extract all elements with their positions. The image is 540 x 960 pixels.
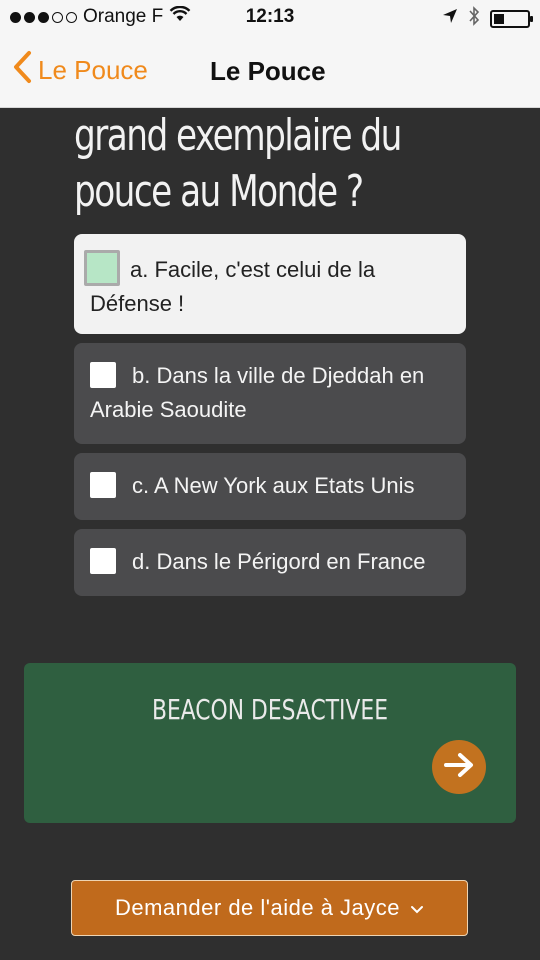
answer-option-b[interactable]: b. Dans la ville de Djeddah en Arabie Sa… <box>74 343 466 444</box>
location-arrow-icon <box>442 8 458 30</box>
answer-option-d[interactable]: d. Dans le Périgord en France <box>74 529 466 596</box>
checkbox-checked[interactable] <box>84 250 120 286</box>
page-title: Le Pouce <box>210 56 326 86</box>
question-line: pouce au Monde ? <box>74 166 364 217</box>
status-right-group <box>442 6 533 32</box>
back-button[interactable]: Le Pouce <box>12 50 148 91</box>
checkbox[interactable] <box>90 472 116 498</box>
status-bar: Orange F 12:13 <box>0 0 540 36</box>
chevron-left-icon <box>12 50 32 91</box>
top-bar: Orange F 12:13 Le Pouce Le Pouce <box>0 0 540 108</box>
help-button[interactable]: Demander de l'aide à Jayce <box>71 880 468 936</box>
answer-label: c. A New York aux Etats Unis <box>132 473 415 498</box>
answer-option-c[interactable]: c. A New York aux Etats Unis <box>74 453 466 520</box>
checkbox[interactable] <box>90 362 116 388</box>
battery-fill <box>494 14 504 24</box>
beacon-panel: BEACON DESACTIVEE <box>24 663 516 823</box>
arrow-right-icon <box>443 752 475 783</box>
bluetooth-icon <box>468 6 480 32</box>
answer-label: b. Dans la ville de Djeddah en Arabie Sa… <box>90 363 425 422</box>
question-line: grand exemplaire du <box>74 110 402 161</box>
help-button-label: Demander de l'aide à Jayce <box>114 895 401 920</box>
checkbox[interactable] <box>90 548 116 574</box>
answer-label: d. Dans le Périgord en France <box>132 549 426 574</box>
next-button[interactable] <box>432 740 486 794</box>
back-button-label: Le Pouce <box>38 55 148 85</box>
beacon-status: BEACON DESACTIVEE <box>151 693 389 726</box>
answer-option-a[interactable]: a. Facile, c'est celui de la Défense ! <box>74 234 466 334</box>
answer-label: a. Facile, c'est celui de la Défense ! <box>90 257 376 316</box>
chevron-down-icon <box>410 895 424 921</box>
battery-icon <box>490 10 533 28</box>
question-text: grand exemplaire du pouce au Monde ? <box>74 108 417 220</box>
navigation-bar: Le Pouce Le Pouce <box>0 40 540 104</box>
